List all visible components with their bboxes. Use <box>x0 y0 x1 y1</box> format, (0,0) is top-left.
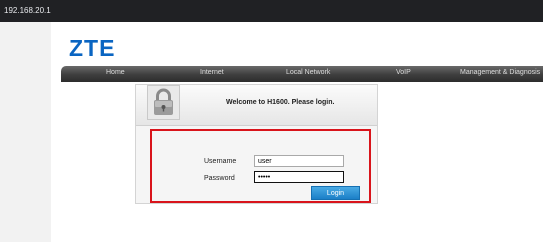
password-input[interactable]: ••••• <box>254 171 344 183</box>
lock-frame <box>147 85 180 120</box>
username-label: Username <box>204 158 237 165</box>
main-nav-bar: Home Internet Local Network VoIP Managem… <box>61 66 543 82</box>
nav-local-network[interactable]: Local Network <box>286 69 330 76</box>
zte-logo: ZTE <box>69 35 116 61</box>
password-label: Password <box>204 175 235 182</box>
login-button[interactable]: Login <box>311 186 360 200</box>
url-text[interactable]: 192.168.20.1 <box>4 6 51 15</box>
username-input[interactable]: user <box>254 155 344 167</box>
login-header: Welcome to H1600. Please login. <box>136 85 377 126</box>
nav-voip[interactable]: VoIP <box>396 69 411 76</box>
nav-management-diagnosis[interactable]: Management & Diagnosis <box>460 69 540 76</box>
nav-home[interactable]: Home <box>106 69 125 76</box>
browser-address-bar: 192.168.20.1 <box>0 0 543 22</box>
nav-internet[interactable]: Internet <box>200 69 224 76</box>
padlock-icon <box>154 88 173 115</box>
welcome-message: Welcome to H1600. Please login. <box>226 99 335 106</box>
